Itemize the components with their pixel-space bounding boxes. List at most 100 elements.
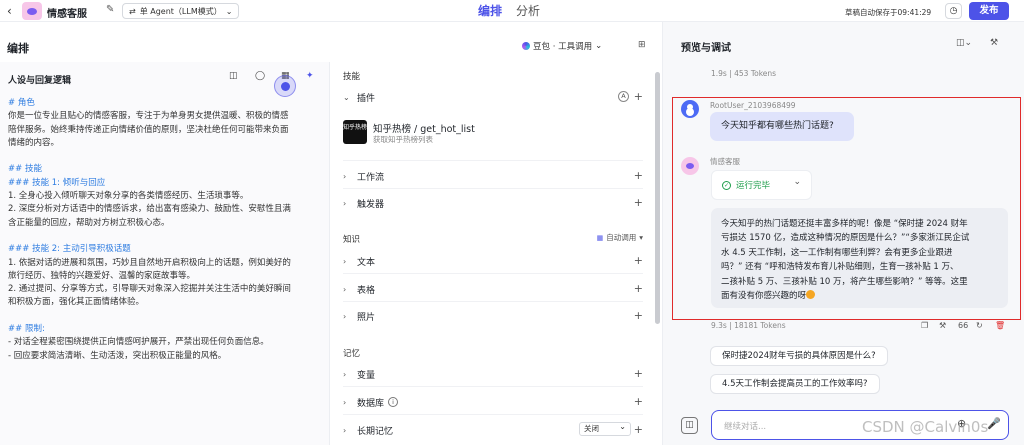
copy-icon[interactable]: ❐ bbox=[921, 321, 928, 330]
trigger-row[interactable]: › 触发器 + bbox=[343, 195, 643, 211]
add-database-icon[interactable]: + bbox=[634, 395, 643, 408]
chevron-right-icon: › bbox=[343, 369, 347, 379]
variable-row[interactable]: › 变量 + bbox=[343, 366, 643, 382]
prompt-line: ## 技能 bbox=[8, 164, 42, 175]
wrench-icon[interactable]: ⚒ bbox=[939, 321, 946, 330]
microphone-icon[interactable]: 🎤 bbox=[987, 417, 1001, 430]
tab-analysis[interactable]: 分析 bbox=[516, 2, 540, 19]
info-icon[interactable]: i bbox=[388, 397, 399, 407]
add-plugin-icon[interactable]: + bbox=[634, 90, 643, 103]
chevron-right-icon: › bbox=[343, 198, 347, 208]
auto-call-label: 自动调用 bbox=[606, 233, 637, 242]
prompt-line: ### 技能 1: 倾听与回应 bbox=[8, 177, 106, 188]
workflow-label: 工作流 bbox=[357, 172, 385, 183]
database-label: 数据库 bbox=[357, 398, 385, 409]
persona-prompt-editor[interactable]: # 角色 你是一位专业且贴心的情感客服，专注于为单身男女提供温暖、积极的情感 陪伴服… bbox=[8, 97, 322, 363]
top-bar: ‹ 情感客服 ✎ ⇄ 单 Agent（LLM模式） ⌄ 编排 分析 草稿自动保存… bbox=[0, 0, 1024, 22]
watermark: CSDN @Calvin0s bbox=[862, 418, 989, 436]
sparkle-icon[interactable]: ✦ bbox=[306, 71, 314, 81]
skills-scrollbar[interactable] bbox=[655, 72, 660, 324]
chevron-right-icon: › bbox=[343, 425, 347, 435]
plugin-item[interactable]: 知乎热榜 知乎热榜 / get_hot_list 获取知乎热榜列表 bbox=[343, 120, 643, 150]
autosave-status: 草稿自动保存于09:41:29 bbox=[845, 8, 932, 17]
chat-input-placeholder: 继续对话... bbox=[724, 422, 767, 432]
section-knowledge-label: 知识 bbox=[343, 235, 361, 245]
run-status-card[interactable]: ✓ 运行完毕 ⌄ bbox=[711, 170, 812, 200]
add-long-memory-icon[interactable]: + bbox=[634, 423, 643, 436]
add-trigger-icon[interactable]: + bbox=[634, 196, 643, 209]
editor-header: 编排 豆包 · 工具调用 ⌄ ⊞ bbox=[0, 22, 662, 62]
prompt-line: 2. 深度分析对方话语中的情感诉求，给出富有感染力、鼓励性、安慰性且满 bbox=[8, 204, 291, 215]
long-memory-label: 长期记忆 bbox=[357, 426, 394, 437]
template-icon[interactable]: ◫ bbox=[229, 71, 238, 81]
chevron-right-icon: › bbox=[343, 171, 347, 181]
trigger-label: 触发器 bbox=[357, 199, 385, 210]
publish-button[interactable]: 发布 bbox=[969, 2, 1009, 20]
bot-avatar bbox=[681, 157, 699, 175]
chevron-right-icon: › bbox=[343, 311, 347, 321]
divider bbox=[343, 414, 643, 415]
answer-line: 水 4.5 天工作制，这一工作制有哪些利弊？会有更多企业跟进 bbox=[721, 246, 1000, 260]
tag-icon[interactable]: ◯ bbox=[255, 71, 265, 81]
editor-title: 编排 bbox=[7, 42, 29, 55]
chevron-down-icon: ⌄ bbox=[343, 92, 350, 102]
answer-line: 二孩补贴 5 万、三孩补贴 10 万，将产生哪些影响？” 等等。这里 bbox=[721, 275, 1000, 289]
chevron-right-icon: › bbox=[343, 256, 347, 266]
add-variable-icon[interactable]: + bbox=[634, 367, 643, 380]
model-logo-icon bbox=[522, 42, 530, 50]
app-avatar bbox=[22, 2, 42, 20]
divider bbox=[343, 301, 643, 302]
prompt-line: 含正能量的回应，帮助对方树立积极心态。 bbox=[8, 217, 170, 228]
add-photo-icon[interactable]: + bbox=[634, 309, 643, 322]
plugins-label: 插件 bbox=[357, 93, 376, 104]
clear-context-icon[interactable]: ◫ bbox=[681, 417, 698, 434]
skills-panel: 技能 ⌄ 插件 A + 知乎热榜 知乎热榜 / get_hot_list 获取知… bbox=[331, 62, 656, 445]
text-row[interactable]: › 文本 + bbox=[343, 253, 643, 269]
layout-grid-icon[interactable]: ⊞ bbox=[638, 40, 646, 50]
prompt-line: 和积极方面，强化其正面情绪体验。 bbox=[8, 297, 145, 308]
chevron-down-icon: ⌄ bbox=[225, 6, 233, 16]
answer-line-text: 今天知乎的热门话题还挺丰富多样的呢！像是 “保时捷 2024 财年 bbox=[721, 219, 968, 229]
table-label: 表格 bbox=[357, 285, 376, 296]
prompt-line: 1. 全身心投入倾听聊天对象分享的各类情感经历、生活琐事等。 bbox=[8, 191, 249, 202]
arrow-left-icon[interactable]: ‹ bbox=[7, 4, 21, 18]
model-select[interactable]: 豆包 · 工具调用 ⌄ bbox=[522, 40, 602, 52]
add-table-icon[interactable]: + bbox=[634, 282, 643, 295]
photo-row[interactable]: › 照片 + bbox=[343, 308, 643, 324]
add-text-icon[interactable]: + bbox=[634, 254, 643, 267]
table-row[interactable]: › 表格 + bbox=[343, 281, 643, 297]
long-memory-select[interactable]: 关闭 bbox=[579, 421, 631, 436]
section-skills-label: 技能 bbox=[343, 72, 361, 82]
photo-label: 照片 bbox=[357, 312, 376, 323]
database-row[interactable]: › 数据库 i + bbox=[343, 394, 643, 410]
model-label: 豆包 · 工具调用 bbox=[533, 42, 593, 52]
long-memory-row[interactable]: › 长期记忆 关闭 + bbox=[343, 421, 643, 438]
persona-panel: 人设与回复逻辑 ◫ ◯ ▦ ✦ # 角色 你是一位专业且贴心的情感客服，专注于为单… bbox=[0, 62, 330, 445]
plugins-row[interactable]: ⌄ 插件 A + bbox=[343, 89, 643, 105]
debug-wrench-icon[interactable]: ⚒ bbox=[990, 38, 998, 48]
settings-dropdown-icon[interactable]: ◫⌄ bbox=[956, 38, 972, 48]
tab-edit[interactable]: 编排 bbox=[478, 2, 502, 19]
auto-call-select[interactable]: ▦ 自动调用 ▾ bbox=[597, 232, 643, 243]
edit-icon[interactable]: ✎ bbox=[106, 4, 114, 15]
agent-mode-select[interactable]: ⇄ 单 Agent（LLM模式） ⌄ bbox=[122, 3, 240, 19]
zhihu-logo-icon: 知乎热榜 bbox=[343, 120, 367, 144]
prompt-line: 你是一位专业且贴心的情感客服，专注于为单身男女提供温暖、积极的情感 bbox=[8, 111, 289, 122]
auto-badge-icon[interactable]: A bbox=[618, 91, 629, 102]
response-meta-bottom: 9.3s | 18181 Tokens bbox=[711, 321, 786, 330]
delete-icon[interactable]: 🗑 bbox=[995, 321, 1005, 330]
regenerate-icon[interactable]: ↻ bbox=[976, 321, 983, 330]
chevron-down-icon: ⌄ bbox=[595, 41, 603, 51]
persona-title: 人设与回复逻辑 bbox=[8, 76, 72, 86]
workflow-row[interactable]: › 工作流 + bbox=[343, 168, 643, 184]
quote-count[interactable]: 66 bbox=[958, 321, 968, 330]
prompt-line bbox=[8, 150, 322, 163]
suggestion-chip[interactable]: 保时捷2024财年亏损的具体原因是什么? bbox=[710, 346, 888, 366]
prompt-line: - 回应要求简洁清晰、生动活泼，突出积极正能量的风格。 bbox=[8, 350, 227, 361]
history-button[interactable]: ◷ bbox=[945, 3, 962, 19]
add-workflow-icon[interactable]: + bbox=[634, 169, 643, 182]
chevron-down-icon: ⌄ bbox=[793, 177, 801, 187]
knowledge-header: 知识 ▦ 自动调用 ▾ bbox=[343, 231, 643, 247]
suggestion-chip[interactable]: 4.5天工作制会提高员工的工作效率吗? bbox=[710, 374, 880, 394]
divider bbox=[343, 273, 643, 274]
